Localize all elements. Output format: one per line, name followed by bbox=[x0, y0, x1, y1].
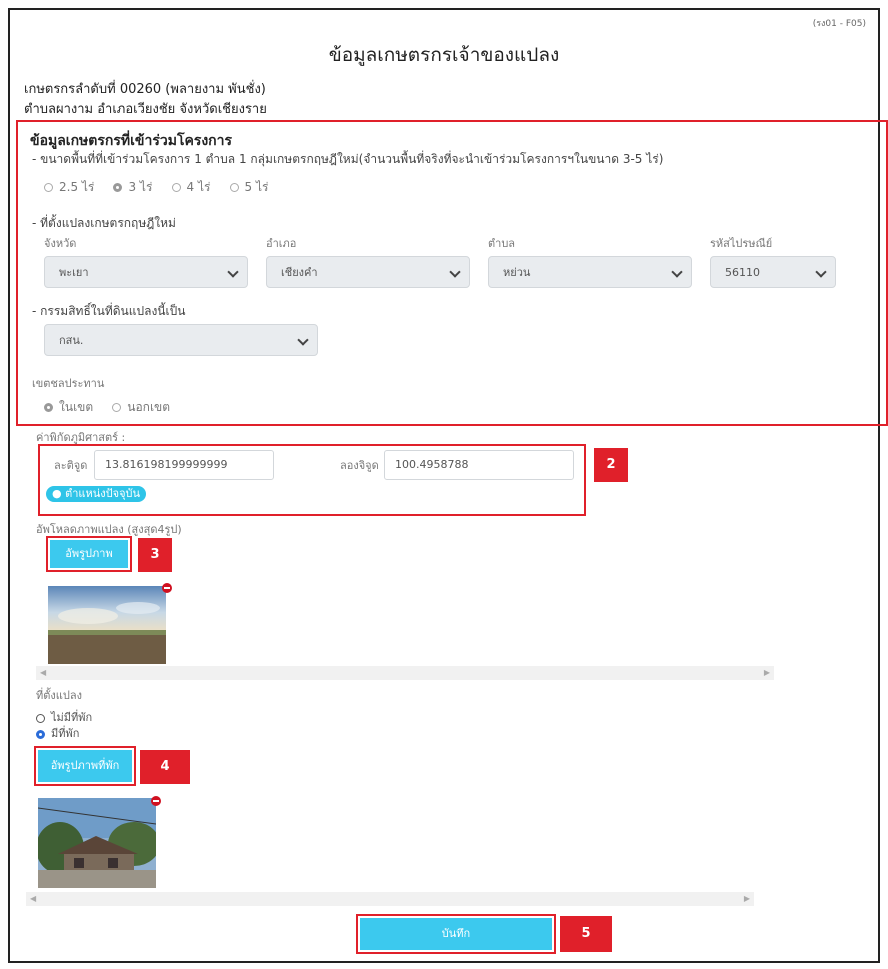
scroll-right-icon[interactable]: ▶ bbox=[744, 894, 750, 903]
chevron-down-icon bbox=[449, 266, 461, 278]
radio-selected-icon bbox=[36, 729, 45, 739]
radio-selected-icon bbox=[113, 183, 123, 192]
rest-photos-scrollbar[interactable]: ◀ ▶ bbox=[26, 892, 754, 906]
radio-icon bbox=[36, 713, 45, 723]
irrigation-label: เขตชลประทาน bbox=[32, 377, 105, 390]
chevron-down-icon bbox=[297, 334, 309, 346]
rest-photo-thumbnail bbox=[38, 798, 156, 888]
callout-4: 4 bbox=[140, 750, 190, 784]
area-option-4[interactable]: 4 ไร่ bbox=[171, 178, 210, 197]
irrigation-option-outside[interactable]: นอกเขต bbox=[112, 398, 170, 417]
latitude-label: ละติจูด bbox=[54, 459, 88, 472]
area-option-2-5[interactable]: 2.5 ไร่ bbox=[44, 178, 94, 197]
radio-icon bbox=[44, 183, 53, 192]
location-label: - ที่ตั้งแปลงเกษตรกฤษฎีใหม่ bbox=[32, 216, 176, 230]
farmer-line-2: ตำบลผางาม อำเภอเวียงชัย จังหวัดเชียงราย bbox=[24, 102, 267, 117]
page-title: ข้อมูลเกษตรกรเจ้าของแปลง bbox=[328, 44, 560, 66]
radio-icon bbox=[171, 183, 181, 192]
radio-selected-icon bbox=[44, 403, 53, 412]
area-option-3[interactable]: 3 ไร่ bbox=[113, 178, 152, 197]
longitude-input[interactable]: 100.4958788 bbox=[384, 450, 574, 480]
area-radio-group[interactable]: 2.5 ไร่ 3 ไร่ 4 ไร่ 5 ไร่ bbox=[44, 176, 282, 197]
save-button[interactable]: บันทึก bbox=[360, 918, 552, 950]
radio-icon bbox=[112, 403, 122, 412]
photos-scrollbar[interactable]: ◀ ▶ bbox=[36, 666, 774, 680]
postcode-select[interactable]: 56110 bbox=[710, 256, 836, 288]
field-photo-image bbox=[48, 586, 166, 664]
postcode-label: รหัสไปรษณีย์ bbox=[710, 237, 773, 250]
callout-3: 3 bbox=[138, 538, 172, 572]
chevron-down-icon bbox=[227, 266, 239, 278]
callout-5: 5 bbox=[560, 916, 612, 952]
province-label: จังหวัด bbox=[44, 237, 77, 250]
farmer-line-1: เกษตรกรลำดับที่ 00260 (พลายงาม พันชั่ง) bbox=[24, 82, 266, 97]
rest-option-has[interactable]: มีที่พัก bbox=[36, 724, 79, 742]
latitude-input[interactable]: 13.816198199999999 bbox=[94, 450, 274, 480]
scroll-left-icon[interactable]: ◀ bbox=[30, 894, 36, 903]
ownership-label: - กรรมสิทธิ์ในที่ดินแปลงนี้เป็น bbox=[32, 304, 186, 318]
scroll-right-icon[interactable]: ▶ bbox=[764, 668, 770, 677]
longitude-label: ลองจิจูด bbox=[340, 459, 379, 472]
callout-2: 2 bbox=[594, 448, 628, 482]
remove-photo-icon[interactable] bbox=[162, 583, 172, 593]
ownership-select[interactable]: กสน. bbox=[44, 324, 318, 356]
plot-photo-thumbnail bbox=[48, 586, 166, 664]
remove-rest-photo-icon[interactable] bbox=[151, 796, 161, 806]
province-select[interactable]: พะเยา bbox=[44, 256, 248, 288]
house-photo-image bbox=[38, 798, 156, 888]
radio-icon bbox=[229, 183, 239, 192]
chevron-down-icon bbox=[671, 266, 683, 278]
rest-area-label: ที่ตั้งแปลง bbox=[36, 689, 82, 702]
upload-photo-button[interactable]: อัพรูปภาพ bbox=[50, 540, 128, 568]
chevron-down-icon bbox=[815, 266, 827, 278]
participation-title: ข้อมูลเกษตรกรที่เข้าร่วมโครงการ bbox=[30, 133, 233, 149]
form-code: (รง01 - F05) bbox=[812, 19, 866, 29]
area-label: - ขนาดพื้นที่ที่เข้าร่วมโครงการ 1 ตำบล 1… bbox=[32, 152, 664, 166]
form-frame: (รง01 - F05) ข้อมูลเกษตรกรเจ้าของแปลง เก… bbox=[8, 8, 888, 963]
location-pin-icon: ● bbox=[52, 487, 62, 500]
upload-rest-photo-button[interactable]: อัพรูปภาพที่พัก bbox=[38, 750, 132, 782]
area-option-5[interactable]: 5 ไร่ bbox=[229, 178, 268, 197]
irrigation-radio-group[interactable]: ในเขต นอกเขต bbox=[44, 396, 184, 417]
subdistrict-select[interactable]: หย่วน bbox=[488, 256, 692, 288]
scroll-left-icon[interactable]: ◀ bbox=[40, 668, 46, 677]
district-select[interactable]: เชียงคำ bbox=[266, 256, 470, 288]
irrigation-option-inside[interactable]: ในเขต bbox=[44, 398, 93, 417]
current-location-button[interactable]: ● ตำแหน่งปัจจุบัน bbox=[46, 486, 147, 502]
district-label: อำเภอ bbox=[266, 237, 297, 250]
subdistrict-label: ตำบล bbox=[488, 237, 516, 250]
